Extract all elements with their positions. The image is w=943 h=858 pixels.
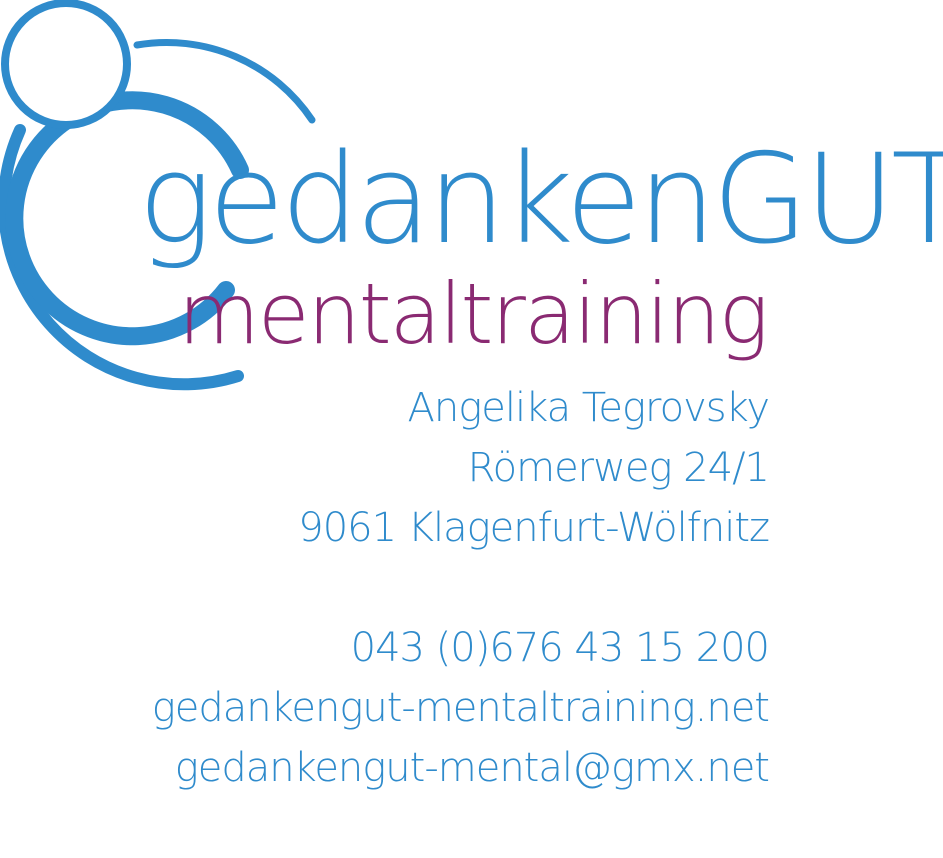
contact-email[interactable]: gedankengut-mental@gmx.net xyxy=(175,748,770,788)
contact-phone[interactable]: 043 (0)676 43 15 200 xyxy=(351,628,770,668)
contact-website[interactable]: gedankengut-mentaltraining.net xyxy=(152,688,770,728)
contact-city: 9061 Klagenfurt-Wölfnitz xyxy=(298,505,770,551)
brand-tagline: mentaltraining xyxy=(178,265,769,363)
contact-street: Römerweg 24/1 xyxy=(467,445,770,491)
brand-name: gedankenGUT xyxy=(138,128,943,272)
business-card: gedankenGUT mentaltraining Angelika Tegr… xyxy=(0,0,943,858)
contact-name: Angelika Tegrovsky xyxy=(407,385,770,431)
head-circle xyxy=(1,0,131,129)
